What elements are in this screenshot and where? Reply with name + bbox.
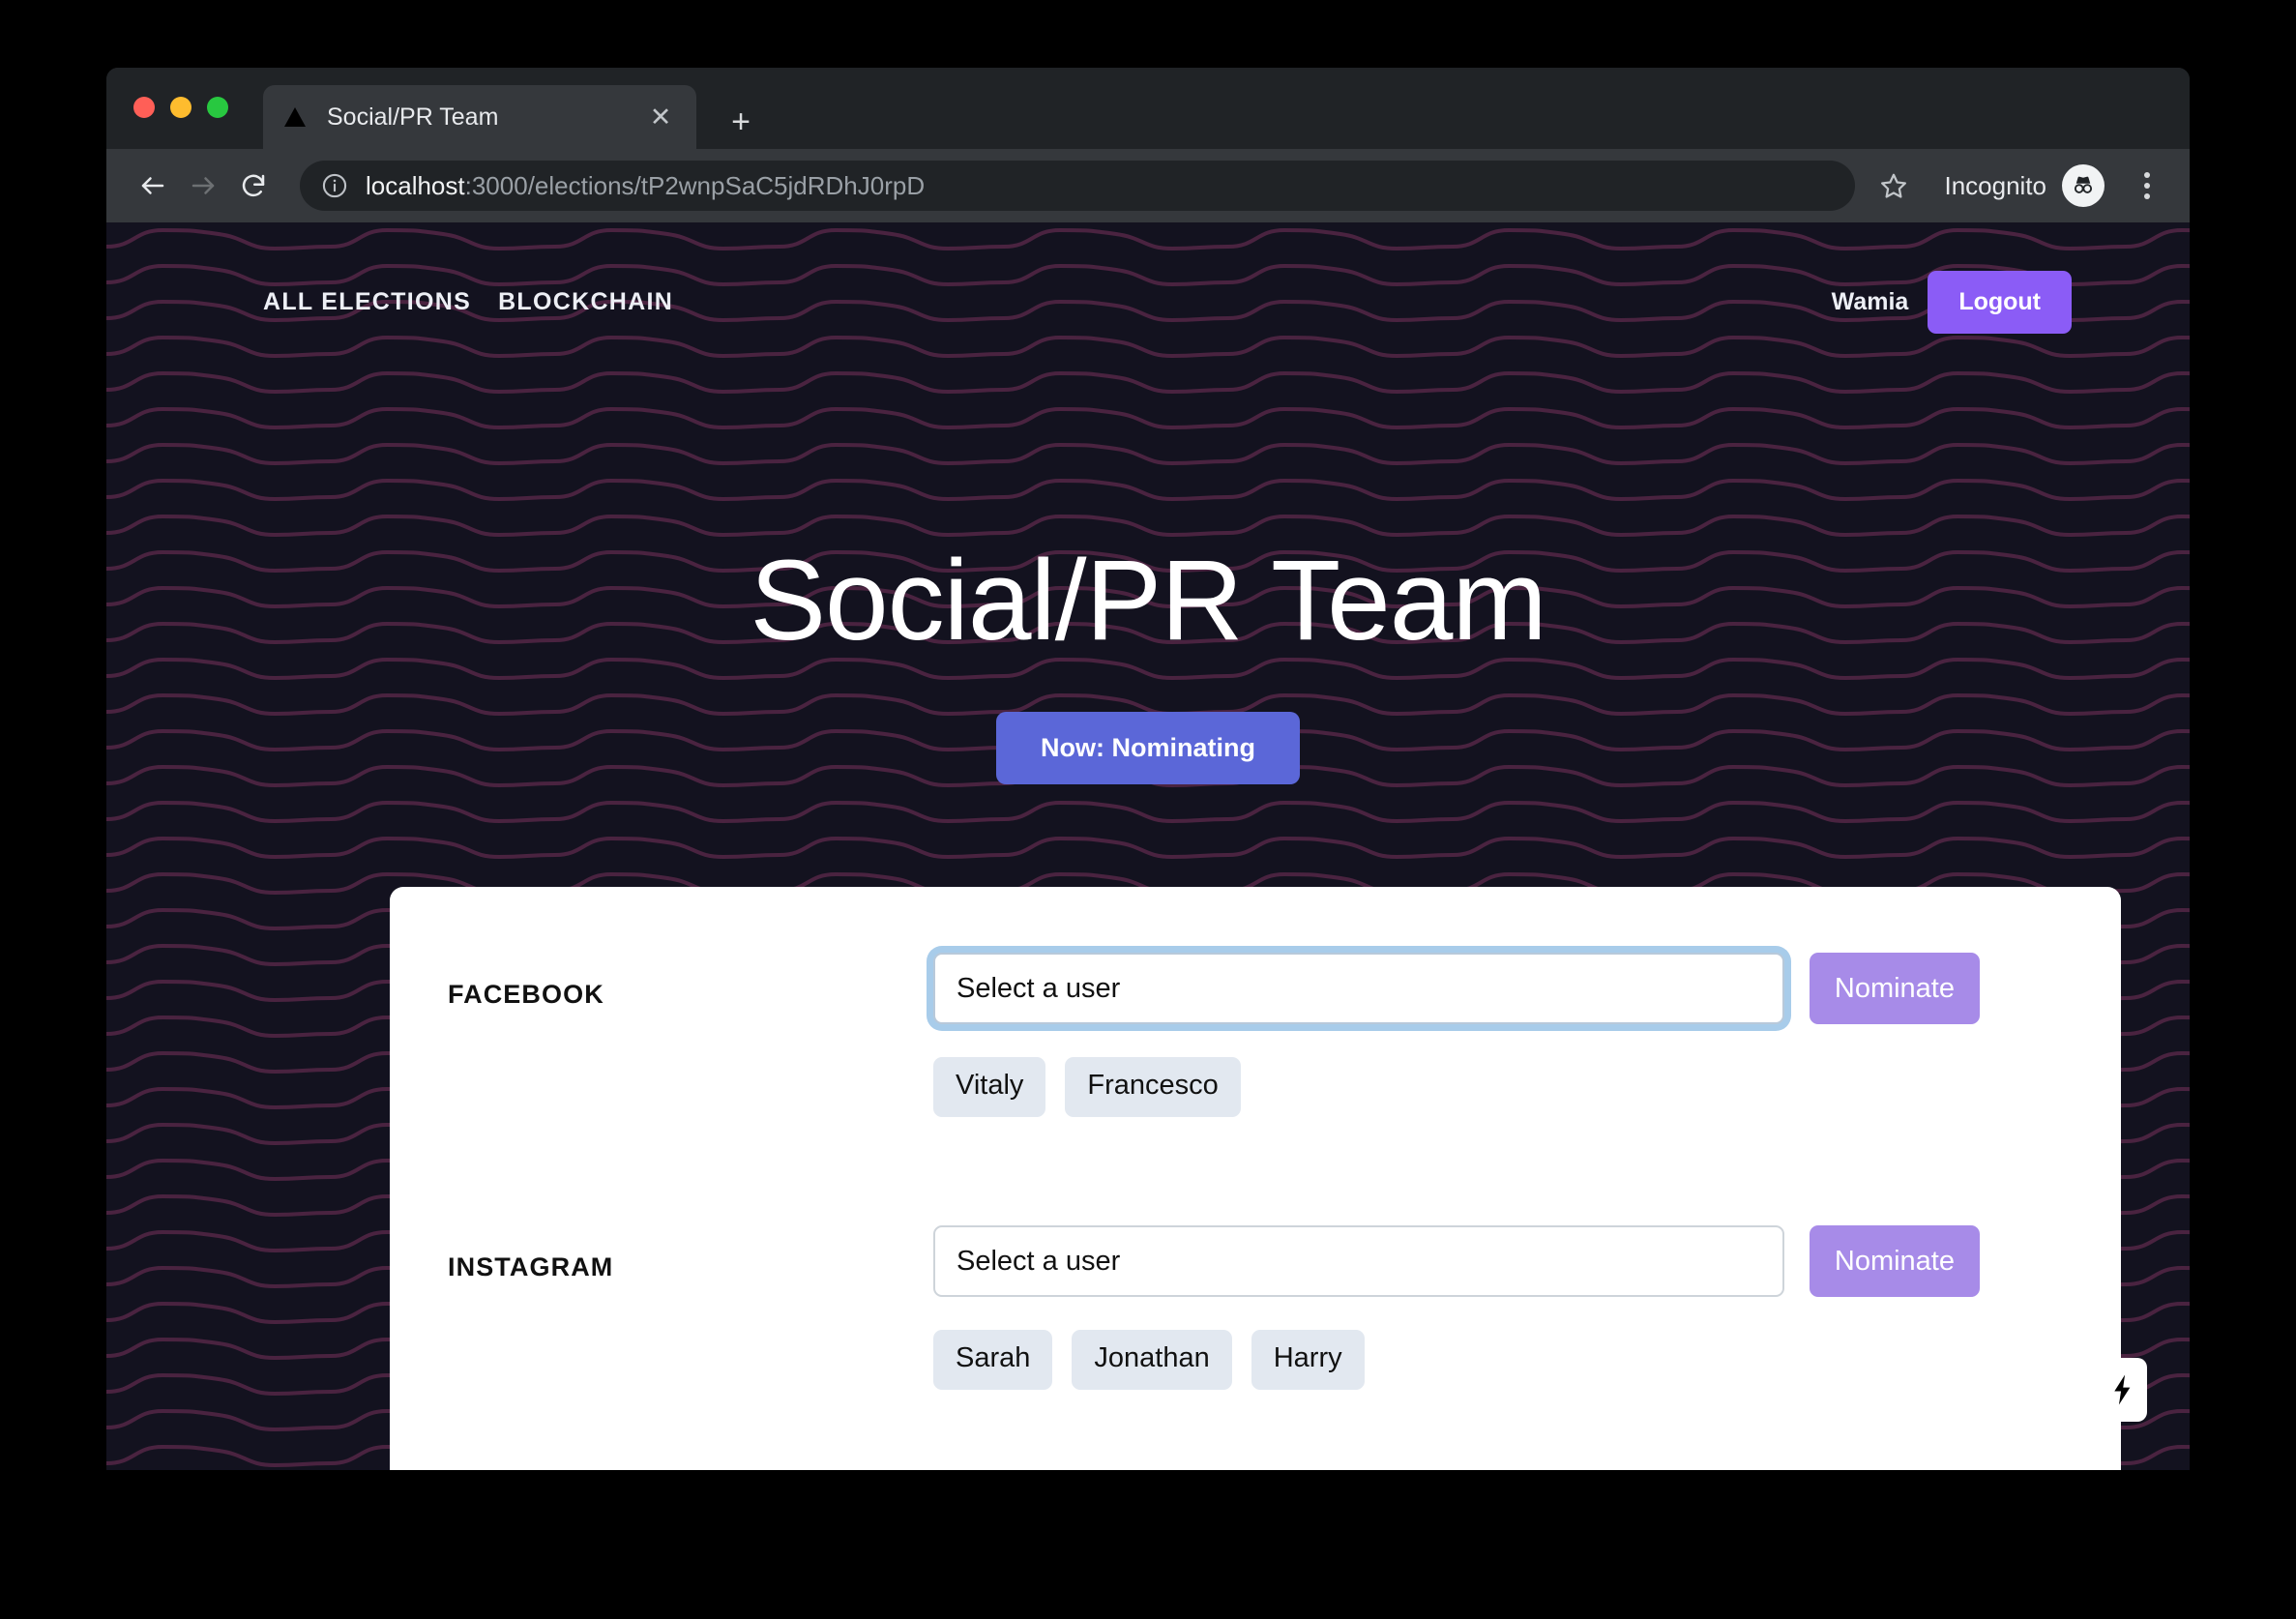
forward-arrow-icon[interactable] — [178, 161, 228, 211]
tab-title: Social/PR Team — [327, 103, 499, 131]
row-main-instagram: Select a user Nominate Sarah Jonathan Ha… — [933, 1225, 1980, 1390]
status-badge[interactable]: Now: Nominating — [996, 711, 1300, 784]
select-line-facebook: Select a user Nominate — [933, 953, 1980, 1024]
tab-strip: Social/PR Team ✕ + — [106, 68, 2190, 149]
window-traffic-lights — [133, 97, 228, 118]
user-select-facebook[interactable]: Select a user — [933, 953, 1784, 1024]
kebab-menu-icon[interactable] — [2126, 162, 2168, 209]
back-arrow-icon[interactable] — [128, 161, 178, 211]
site-navigation: ALL ELECTIONS BLOCKCHAIN Wamia Logout — [106, 263, 2190, 340]
page-viewport: ALL ELECTIONS BLOCKCHAIN Wamia Logout So… — [106, 222, 2190, 1470]
nominate-button-facebook[interactable]: Nominate — [1809, 953, 1980, 1024]
url-host: localhost — [366, 170, 465, 200]
close-window-button[interactable] — [133, 97, 155, 118]
nominee-chip[interactable]: Jonathan — [1072, 1330, 1232, 1390]
nominee-row-facebook: FACEBOOK Select a user Nominate Vitaly F… — [390, 953, 2121, 1117]
nominations-card: FACEBOOK Select a user Nominate Vitaly F… — [390, 887, 2121, 1470]
nominee-row-instagram: INSTAGRAM Select a user Nominate Sarah J… — [390, 1225, 2121, 1390]
row-label-instagram: INSTAGRAM — [448, 1252, 614, 1281]
username-label: Wamia — [1831, 287, 1909, 315]
url-path: :3000/elections/tP2wnpSaC5jdRDhJ0rpD — [464, 170, 926, 200]
nominee-chip[interactable]: Francesco — [1065, 1057, 1241, 1117]
kebab-dot — [2144, 172, 2150, 178]
row-spacer — [390, 1415, 2121, 1470]
logout-button[interactable]: Logout — [1928, 270, 2072, 334]
page-title: Social/PR Team — [750, 537, 1546, 664]
close-icon[interactable]: ✕ — [644, 101, 677, 133]
nominee-chip[interactable]: Vitaly — [933, 1057, 1046, 1117]
row-spacer — [390, 1142, 2121, 1225]
row-main-facebook: Select a user Nominate Vitaly Francesco — [933, 953, 1980, 1117]
incognito-label: Incognito — [1944, 170, 2046, 200]
minimize-window-button[interactable] — [170, 97, 191, 118]
nominate-button-instagram[interactable]: Nominate — [1809, 1225, 1980, 1297]
nominee-chip[interactable]: Harry — [1251, 1330, 1365, 1390]
star-icon[interactable] — [1870, 162, 1917, 209]
address-bar[interactable]: localhost:3000/elections/tP2wnpSaC5jdRDh… — [300, 161, 1856, 211]
kebab-dot — [2144, 183, 2150, 189]
kebab-dot — [2144, 193, 2150, 199]
nav-links: ALL ELECTIONS BLOCKCHAIN — [263, 288, 673, 316]
nav-link-all-elections[interactable]: ALL ELECTIONS — [263, 288, 471, 316]
incognito-avatar-icon[interactable] — [2062, 164, 2105, 207]
triangle-icon — [282, 104, 308, 130]
new-tab-icon[interactable]: + — [723, 104, 758, 139]
browser-toolbar: localhost:3000/elections/tP2wnpSaC5jdRDh… — [106, 149, 2190, 222]
nominee-chips-facebook: Vitaly Francesco — [933, 1057, 1980, 1117]
info-circle-icon[interactable] — [321, 172, 348, 199]
nav-link-blockchain[interactable]: BLOCKCHAIN — [498, 288, 673, 316]
user-select-instagram[interactable]: Select a user — [933, 1225, 1784, 1297]
browser-tab[interactable]: Social/PR Team ✕ — [263, 85, 696, 149]
incognito-indicator[interactable]: Incognito — [1944, 164, 2105, 207]
address-bar-url: localhost:3000/elections/tP2wnpSaC5jdRDh… — [366, 171, 925, 201]
row-label-facebook: FACEBOOK — [448, 980, 604, 1009]
nominee-chips-instagram: Sarah Jonathan Harry — [933, 1330, 1980, 1390]
nav-user-area: Wamia Logout — [1831, 270, 2072, 334]
select-line-instagram: Select a user Nominate — [933, 1225, 1980, 1297]
maximize-window-button[interactable] — [207, 97, 228, 118]
reload-icon[interactable] — [228, 161, 279, 211]
hero-section: Social/PR Team Now: Nominating — [106, 537, 2190, 784]
lightning-bolt-icon[interactable] — [2097, 1358, 2147, 1422]
nominee-chip[interactable]: Sarah — [933, 1330, 1053, 1390]
browser-window: Social/PR Team ✕ + localhost:3000/electi… — [106, 68, 2190, 1470]
